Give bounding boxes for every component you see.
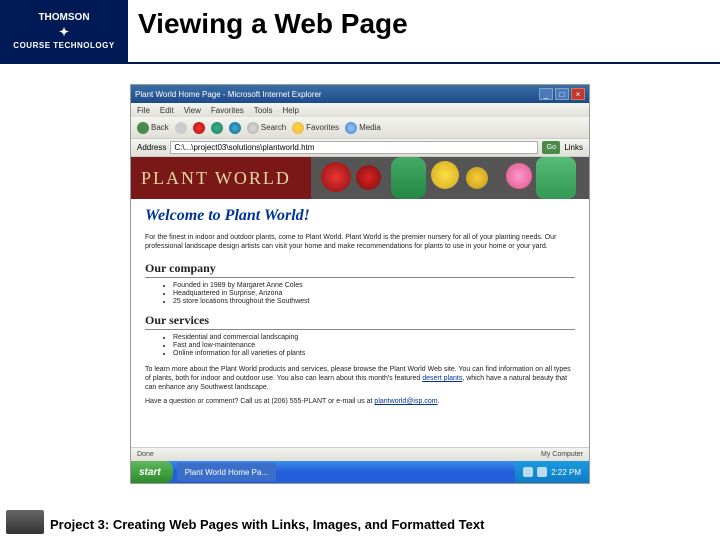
- status-text: Done: [137, 451, 154, 458]
- page-viewport[interactable]: PLANT WORLD Welcome to Plant World! For …: [131, 157, 589, 447]
- menu-tools[interactable]: Tools: [254, 106, 273, 115]
- menu-help[interactable]: Help: [282, 106, 298, 115]
- taskbar-item[interactable]: Plant World Home Pa...: [177, 463, 276, 481]
- email-link[interactable]: plantworld@isp.com: [374, 398, 437, 405]
- go-button[interactable]: Go: [542, 141, 560, 154]
- window-title: Plant World Home Page - Microsoft Intern…: [135, 90, 539, 99]
- search-icon: [247, 122, 259, 134]
- logo-top-text: THOMSON: [38, 12, 89, 23]
- company-heading: Our company: [145, 261, 575, 278]
- minimize-button[interactable]: _: [539, 88, 553, 100]
- home-icon: [229, 122, 241, 134]
- system-tray[interactable]: 2:22 PM: [515, 461, 589, 483]
- back-button[interactable]: Back: [137, 122, 169, 134]
- logo-bottom-text: COURSE TECHNOLOGY: [13, 41, 114, 50]
- close-button[interactable]: ×: [571, 88, 585, 100]
- media-button[interactable]: Media: [345, 122, 381, 134]
- menu-edit[interactable]: Edit: [160, 106, 174, 115]
- banner-title: PLANT WORLD: [131, 157, 311, 199]
- list-item: Founded in 1989 by Margaret Anne Coles: [173, 282, 575, 289]
- intro-paragraph: For the finest in indoor and outdoor pla…: [145, 233, 575, 251]
- links-label[interactable]: Links: [564, 143, 583, 152]
- series-logo: [6, 510, 44, 534]
- list-item: Residential and commercial landscaping: [173, 334, 575, 341]
- back-icon: [137, 122, 149, 134]
- slide-title: Viewing a Web Page: [128, 0, 720, 62]
- list-item: Online information for all varieties of …: [173, 350, 575, 357]
- status-bar: Done My Computer: [131, 447, 589, 461]
- menu-bar: File Edit View Favorites Tools Help: [131, 103, 589, 117]
- contact-line: Have a question or comment? Call us at (…: [145, 398, 575, 405]
- menu-view[interactable]: View: [184, 106, 201, 115]
- menu-file[interactable]: File: [137, 106, 150, 115]
- thomson-logo: THOMSON ✦ COURSE TECHNOLOGY: [0, 0, 128, 62]
- address-input[interactable]: C:\...\project03\solutions\plantworld.ht…: [170, 141, 538, 154]
- home-button[interactable]: [229, 122, 241, 134]
- refresh-button[interactable]: [211, 122, 223, 134]
- stop-icon: [193, 122, 205, 134]
- list-item: Fast and low-maintenance: [173, 342, 575, 349]
- address-label: Address: [137, 143, 166, 152]
- address-bar: Address C:\...\project03\solutions\plant…: [131, 139, 589, 157]
- toolbar: Back Search Favorites Media: [131, 117, 589, 139]
- clock: 2:22 PM: [551, 468, 581, 477]
- browser-window: Plant World Home Page - Microsoft Intern…: [130, 84, 590, 484]
- menu-favorites[interactable]: Favorites: [211, 106, 244, 115]
- tray-icon[interactable]: [537, 467, 547, 477]
- maximize-button[interactable]: □: [555, 88, 569, 100]
- window-titlebar[interactable]: Plant World Home Page - Microsoft Intern…: [131, 85, 589, 103]
- welcome-heading: Welcome to Plant World!: [145, 207, 575, 225]
- services-list: Residential and commercial landscaping F…: [173, 334, 575, 357]
- star-icon: ✦: [59, 25, 69, 39]
- refresh-icon: [211, 122, 223, 134]
- more-info-paragraph: To learn more about the Plant World prod…: [145, 365, 575, 392]
- star-icon: [292, 122, 304, 134]
- desert-plants-link[interactable]: desert plants: [422, 375, 462, 382]
- media-icon: [345, 122, 357, 134]
- services-heading: Our services: [145, 313, 575, 330]
- banner: PLANT WORLD: [131, 157, 589, 199]
- start-button[interactable]: start: [131, 461, 173, 483]
- forward-button[interactable]: [175, 122, 187, 134]
- list-item: 25 store locations throughout the Southw…: [173, 298, 575, 305]
- footer-text: Project 3: Creating Web Pages with Links…: [50, 517, 710, 532]
- forward-icon: [175, 122, 187, 134]
- list-item: Headquartered in Surprise, Arizona: [173, 290, 575, 297]
- stop-button[interactable]: [193, 122, 205, 134]
- taskbar: start Plant World Home Pa... 2:22 PM: [131, 461, 589, 483]
- company-list: Founded in 1989 by Margaret Anne Coles H…: [173, 282, 575, 305]
- banner-image: [311, 157, 589, 199]
- favorites-button[interactable]: Favorites: [292, 122, 339, 134]
- status-zone: My Computer: [541, 451, 583, 458]
- search-button[interactable]: Search: [247, 122, 286, 134]
- tray-icon[interactable]: [523, 467, 533, 477]
